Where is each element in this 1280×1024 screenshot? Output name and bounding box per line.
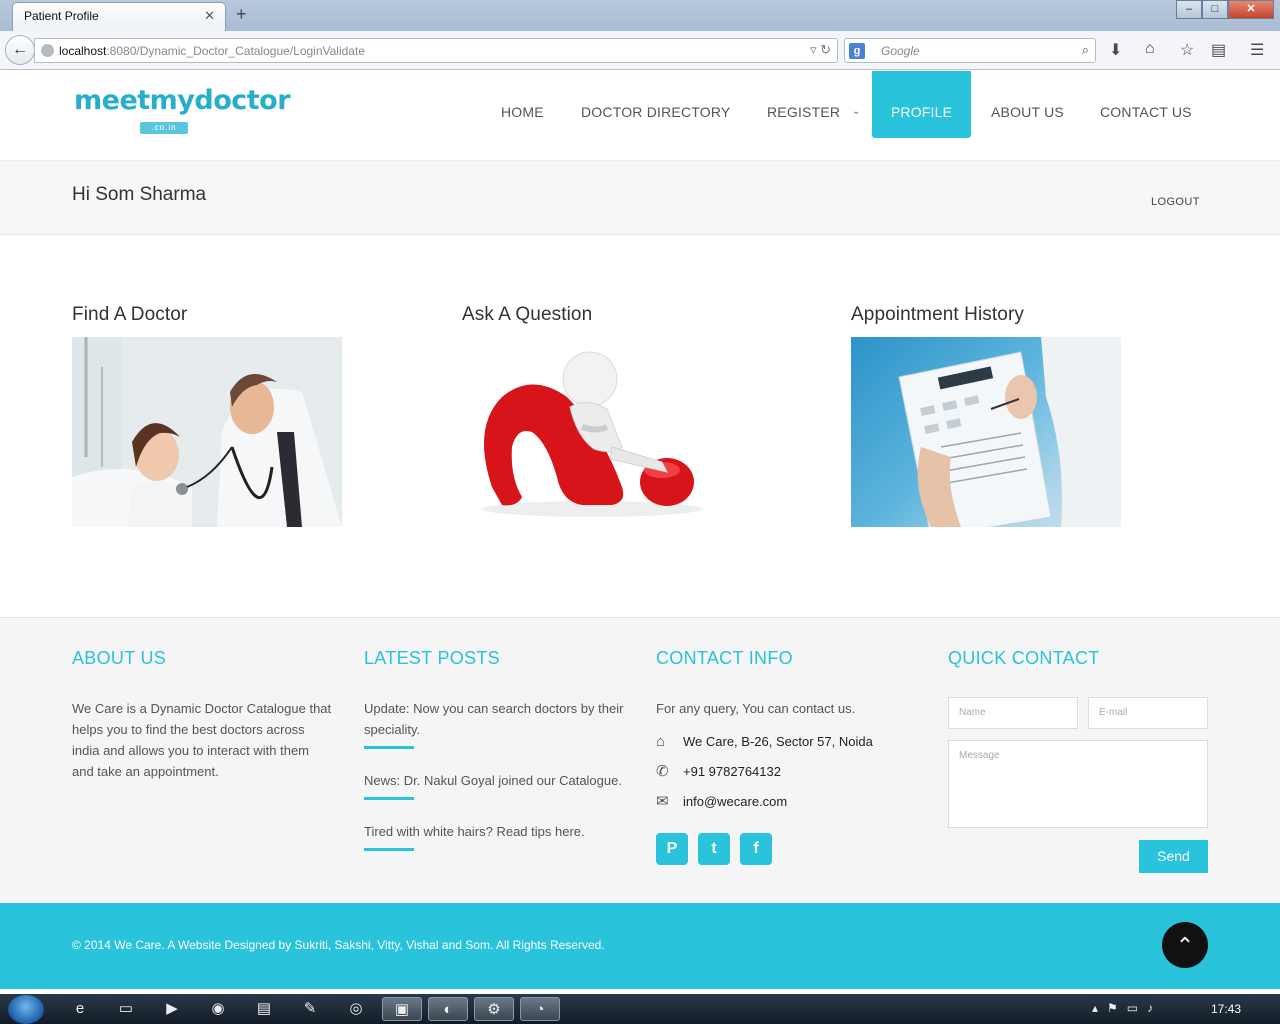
os-taskbar: e ▭ ▶ ◉ ▤ ✎ ◎ ▣ ◐ ⚙ ◔ ▴⚑▭♪ 17:43	[0, 994, 1280, 1024]
email-field[interactable]: E-mail	[1088, 697, 1208, 729]
footer-about-heading: ABOUT US	[72, 648, 167, 668]
app-icon[interactable]: ◎	[336, 997, 376, 1021]
internet-explorer-icon[interactable]: e	[60, 997, 100, 1021]
address-bar[interactable]: localhost:8080/Dynamic_Doctor_Catalogue/…	[34, 38, 838, 63]
nav-profile[interactable]: PROFILE	[872, 71, 971, 138]
card-appointment-history[interactable]: Appointment History	[851, 304, 1151, 527]
post-link[interactable]: Tired with white hairs? Read tips here.	[364, 821, 626, 842]
doctor-examining-child-image[interactable]	[72, 337, 342, 527]
footer-quick-contact-heading: QUICK CONTACT	[948, 648, 1100, 668]
nav-about-us[interactable]: ABOUT US	[991, 71, 1064, 138]
home-icon: ⌂	[656, 733, 666, 750]
address-text: We Care, B-26, Sector 57, Noida	[683, 734, 873, 749]
settings-gear-icon[interactable]: ⚙	[474, 997, 514, 1021]
envelope-icon: ✉	[656, 793, 669, 810]
post-link[interactable]: Update: Now you can search doctors by th…	[364, 698, 626, 740]
tool-icon[interactable]: ◔	[520, 997, 560, 1021]
editor-icon[interactable]: ✎	[290, 997, 330, 1021]
card-ask-question[interactable]: Ask A Question	[462, 304, 762, 527]
contact-intro: For any query, You can contact us.	[656, 701, 856, 716]
browser-tab[interactable]: Patient Profile ✕	[12, 2, 226, 31]
facebook-icon[interactable]: f	[740, 833, 772, 865]
pinterest-icon[interactable]: P	[656, 833, 688, 865]
phone-icon: ✆	[656, 763, 669, 780]
copyright-bar: © 2014 We Care. A Website Designed by Su…	[0, 903, 1280, 989]
media-player-icon[interactable]: ▶	[152, 997, 192, 1021]
back-arrow-icon[interactable]: ←	[5, 35, 35, 65]
window-controls: – □ ✕	[1176, 0, 1274, 19]
post-divider	[364, 848, 414, 851]
file-explorer-icon[interactable]: ▭	[106, 997, 146, 1021]
download-icon[interactable]: ⬇	[1109, 40, 1122, 60]
bookmarks-list-icon[interactable]: ▤	[1211, 40, 1226, 60]
social-links: P t f	[656, 833, 916, 865]
contact-address: ⌂ We Care, B-26, Sector 57, Noida	[656, 731, 916, 761]
post-link[interactable]: News: Dr. Nakul Goyal joined our Catalog…	[364, 770, 626, 791]
chevron-down-icon[interactable]: ⌄	[852, 106, 860, 117]
search-placeholder: Google	[881, 44, 920, 58]
bookmark-star-icon[interactable]: ☆	[1180, 40, 1194, 60]
url-host: localhost	[59, 44, 107, 58]
site-logo-sub: .co.in	[140, 122, 188, 134]
url-path: :8080/Dynamic_Doctor_Catalogue/LoginVali…	[106, 44, 365, 58]
footer-latest-posts: LATEST POSTS Update: Now you can search …	[364, 648, 626, 872]
taskbar-clock[interactable]: 17:43	[1211, 1002, 1241, 1016]
nav-contact-us[interactable]: CONTACT US	[1100, 71, 1192, 138]
email-text[interactable]: info@wecare.com	[683, 794, 787, 809]
name-field[interactable]: Name	[948, 697, 1078, 729]
server-app-icon[interactable]: ▣	[382, 997, 422, 1021]
browser-titlebar: Patient Profile ✕ + – □ ✕	[0, 0, 1280, 31]
footer-about: ABOUT US We Care is a Dynamic Doctor Cat…	[72, 648, 332, 782]
card-find-doctor[interactable]: Find A Doctor	[72, 304, 372, 527]
search-icon[interactable]: ⌕	[1082, 42, 1089, 58]
greeting-text: Hi Som Sharma	[72, 184, 207, 205]
card-title[interactable]: Ask A Question	[462, 304, 762, 326]
browser-navbar: ← localhost:8080/Dynamic_Doctor_Catalogu…	[0, 31, 1280, 70]
card-title[interactable]: Appointment History	[851, 304, 1151, 326]
nav-register[interactable]: REGISTER	[767, 71, 840, 138]
firefox-icon[interactable]: ◐	[428, 997, 468, 1021]
close-tab-icon[interactable]: ✕	[204, 8, 215, 24]
post-divider	[364, 797, 414, 800]
card-title[interactable]: Find A Doctor	[72, 304, 372, 326]
twitter-icon[interactable]: t	[698, 833, 730, 865]
chrome-icon[interactable]: ◉	[198, 997, 238, 1021]
logout-link[interactable]: LOGOUT	[1151, 196, 1200, 208]
menu-icon[interactable]: ☰	[1250, 40, 1264, 60]
contact-email: ✉ info@wecare.com	[656, 791, 916, 821]
footer-posts-heading: LATEST POSTS	[364, 648, 500, 668]
scroll-to-top-icon[interactable]: ⌃	[1162, 922, 1208, 968]
site-identity-icon[interactable]	[41, 44, 54, 57]
reload-icon[interactable]: ▿ ↻	[810, 42, 831, 58]
tab-title: Patient Profile	[24, 9, 99, 23]
footer-quick-contact: QUICK CONTACT	[948, 648, 1100, 698]
post-divider	[364, 746, 414, 749]
site-logo[interactable]: meetmydoctor	[74, 85, 291, 116]
notepad-icon[interactable]: ▤	[244, 997, 284, 1021]
clipboard-calculator-image[interactable]	[851, 337, 1121, 527]
system-tray-icons[interactable]: ▴⚑▭♪	[1092, 1001, 1162, 1015]
footer-about-text: We Care is a Dynamic Doctor Catalogue th…	[72, 701, 332, 779]
message-field[interactable]: Message	[948, 740, 1208, 828]
new-tab-icon[interactable]: +	[236, 4, 247, 25]
home-icon[interactable]: ⌂	[1145, 40, 1155, 58]
google-icon[interactable]: g	[849, 43, 865, 59]
greeting-bar: Hi Som Sharma LOGOUT	[0, 160, 1280, 235]
footer-contact-info: CONTACT INFO For any query, You can cont…	[656, 648, 916, 865]
site-header: meetmydoctor .co.in HOME DOCTOR DIRECTOR…	[0, 71, 1280, 160]
contact-phone: ✆ +91 9782764132	[656, 761, 916, 791]
nav-home[interactable]: HOME	[501, 71, 544, 138]
copyright-text: © 2014 We Care. A Website Designed by Su…	[72, 938, 605, 952]
start-button-icon[interactable]	[8, 995, 44, 1024]
search-bar[interactable]: g Google ⌕	[844, 38, 1096, 63]
phone-text: +91 9782764132	[683, 764, 781, 779]
close-window-icon[interactable]: ✕	[1228, 0, 1274, 19]
maximize-icon[interactable]: □	[1202, 0, 1228, 19]
nav-doctor-directory[interactable]: DOCTOR DIRECTORY	[581, 71, 730, 138]
footer-contact-heading: CONTACT INFO	[656, 648, 793, 668]
send-button[interactable]: Send	[1139, 840, 1208, 873]
question-mark-figure-image[interactable]	[462, 337, 732, 527]
minimize-icon[interactable]: –	[1176, 0, 1202, 19]
